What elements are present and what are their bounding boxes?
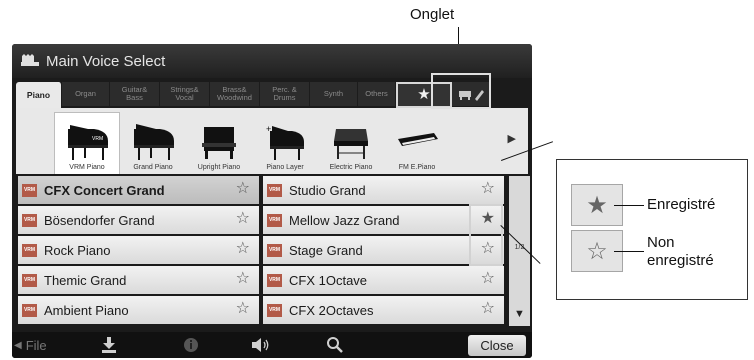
category-label: Upright Piano	[197, 164, 241, 171]
favorite-toggle-star-icon[interactable]: ☆	[236, 210, 250, 228]
svg-text:VRM: VRM	[92, 136, 103, 142]
category-fm-epiano[interactable]: FM E.Piano	[384, 112, 450, 174]
grand-piano-icon	[134, 124, 174, 160]
upright-piano-icon	[202, 127, 236, 159]
tab-strings-vocal[interactable]: Strings& Vocal	[160, 82, 210, 106]
download-icon[interactable]	[100, 336, 118, 354]
voice-row[interactable]: VRM CFX Concert Grand ☆	[18, 176, 259, 204]
vrm-badge: VRM	[267, 213, 282, 227]
vrm-badge: VRM	[267, 183, 282, 197]
favorite-legend-box: ★ Enregistré ☆ Non enregistré	[556, 159, 748, 300]
grand-piano-vrm-icon: VRM	[68, 125, 108, 160]
tab-brass-woodwind[interactable]: Brass& Woodwind	[210, 82, 260, 106]
voice-row[interactable]: VRM Themic Grand ☆	[18, 266, 259, 294]
voice-row[interactable]: VRM Stage Grand ☆	[263, 236, 504, 264]
vrm-badge: VRM	[22, 243, 37, 257]
category-upright-piano[interactable]: Upright Piano	[186, 112, 252, 174]
registered-label: Enregistré	[647, 196, 716, 213]
voice-name: CFX 1Octave	[289, 272, 368, 288]
vrm-badge: VRM	[22, 273, 37, 287]
category-label: FM E.Piano	[398, 164, 436, 171]
favorite-toggle-star-icon[interactable]: ☆	[236, 300, 250, 318]
tab-guitar-bass[interactable]: Guitar& Bass	[110, 82, 160, 106]
close-button[interactable]: Close	[468, 335, 526, 356]
category-grand-piano[interactable]: Grand Piano	[120, 112, 186, 174]
tab-perc-drums[interactable]: Perc. & Drums	[260, 82, 310, 106]
voice-name: Ambient Piano	[44, 302, 129, 318]
vrm-badge: VRM	[267, 243, 282, 257]
tab-organ[interactable]: Organ	[62, 82, 110, 106]
search-icon[interactable]	[326, 336, 344, 354]
voice-row[interactable]: VRM Ambient Piano ☆	[18, 296, 259, 324]
unregistered-label: Non enregistré	[647, 234, 714, 269]
voice-column-left: VRM CFX Concert Grand ☆ VRM Bösendorfer …	[18, 176, 259, 326]
page-down-arrow-icon[interactable]: ▼	[514, 308, 525, 320]
voice-name: Bösendorfer Grand	[44, 212, 155, 228]
voice-name: CFX Concert Grand	[44, 182, 165, 198]
voice-name: CFX 2Octaves	[289, 302, 374, 318]
voice-row[interactable]: VRM CFX 2Octaves ☆	[263, 296, 504, 324]
voice-name: Studio Grand	[289, 182, 366, 198]
favorite-toggle-star-icon[interactable]: ☆	[481, 300, 495, 318]
voice-row[interactable]: VRM Studio Grand ☆	[263, 176, 504, 204]
category-electric-piano[interactable]: Electric Piano	[318, 112, 384, 174]
favorite-toggle-star-icon[interactable]: ☆	[236, 270, 250, 288]
voice-name: Stage Grand	[289, 242, 363, 258]
file-arrow-icon: ◀	[14, 339, 22, 351]
star-filled-icon: ★	[586, 191, 608, 219]
bottom-bar: ◀ File Close	[12, 332, 532, 358]
file-button[interactable]: ◀ File	[14, 338, 47, 353]
tab-others[interactable]: Others	[358, 82, 396, 106]
favorite-star-icon: ★	[417, 86, 431, 103]
favorite-highlight-box	[469, 204, 503, 266]
favorite-toggle-star-icon[interactable]: ☆	[236, 240, 250, 258]
favorite-toggle-star-icon[interactable]: ☆	[236, 180, 250, 198]
tab-callout-label: Onglet	[410, 6, 455, 23]
tab-synth[interactable]: Synth	[310, 82, 358, 106]
category-label: Grand Piano	[133, 164, 173, 171]
voice-column-right: VRM Studio Grand ☆ VRM Mellow Jazz Grand…	[263, 176, 504, 326]
file-label: File	[25, 337, 47, 353]
screen-title: Main Voice Select	[46, 52, 166, 70]
subcategory-row: VRM VRM Piano Grand Piano Upright Piano …	[16, 108, 528, 174]
favorite-toggle-star-icon[interactable]: ☆	[481, 270, 495, 288]
category-vrm-piano[interactable]: VRM VRM Piano	[54, 112, 120, 174]
vrm-badge: VRM	[267, 273, 282, 287]
speaker-icon[interactable]	[250, 336, 272, 354]
category-label: VRM Piano	[69, 164, 105, 171]
favorite-toggle-star-icon[interactable]: ☆	[481, 180, 495, 198]
unregistered-pointer-line	[614, 251, 644, 252]
voice-row[interactable]: VRM Bösendorfer Grand ☆	[18, 206, 259, 234]
electric-piano-icon	[334, 129, 368, 159]
voice-row[interactable]: VRM Mellow Jazz Grand ★	[263, 206, 504, 234]
fm-epiano-icon	[398, 133, 438, 146]
voice-list: VRM CFX Concert Grand ☆ VRM Bösendorfer …	[16, 176, 530, 328]
category-piano-layer[interactable]: + Piano Layer	[252, 112, 318, 174]
voice-name: Rock Piano	[44, 242, 111, 258]
tab-piano[interactable]: Piano	[16, 82, 62, 108]
piano-layer-icon: +	[266, 124, 304, 160]
category-label: Piano Layer	[266, 164, 304, 171]
star-empty-icon: ☆	[586, 237, 608, 265]
vrm-badge: VRM	[22, 303, 37, 317]
voice-row[interactable]: VRM CFX 1Octave ☆	[263, 266, 504, 294]
vrm-badge: VRM	[22, 213, 37, 227]
keyboard-logo-icon	[21, 54, 39, 66]
voice-name: Mellow Jazz Grand	[289, 212, 400, 228]
voice-name: Themic Grand	[44, 272, 127, 288]
voice-row[interactable]: VRM Rock Piano ☆	[18, 236, 259, 264]
vrm-badge: VRM	[267, 303, 282, 317]
vrm-badge: VRM	[22, 183, 37, 197]
favorite-tab-highlight-box	[431, 73, 491, 109]
category-label: Electric Piano	[329, 164, 373, 171]
category-next-arrow-icon[interactable]: ▶	[508, 132, 516, 145]
info-icon[interactable]	[182, 336, 200, 354]
registered-pointer-line	[614, 205, 644, 206]
